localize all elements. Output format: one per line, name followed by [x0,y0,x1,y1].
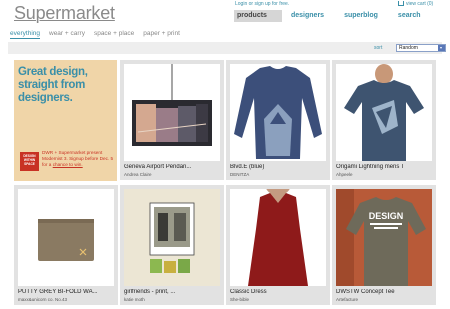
promo-banner[interactable]: Great design, straight from designers. D… [14,60,117,181]
product-image-pendant-lamp[interactable] [124,64,220,161]
product-image-origami-tee[interactable] [336,64,432,161]
promo-text: DWR + Supermarket present Modernist 3. S… [42,150,114,168]
product-title[interactable]: girlfriends - print, ... [124,289,222,295]
pendant-lamp-image [124,64,220,161]
longsleeve-shirt-image [230,64,326,161]
product-image-longsleeve[interactable] [230,64,326,161]
product-title[interactable]: PUTTY GREY BI-FOLD WA... [18,289,116,295]
sort-bar: sort Random [8,42,446,54]
promo-headline: Great design, straight from designers. [18,66,88,104]
product-designer[interactable]: katie moth [124,297,145,302]
nav-designers[interactable]: designers [288,10,327,22]
sort-selected-value: Random [399,45,418,51]
product-designer[interactable]: Artefacture [336,297,358,302]
sort-select[interactable]: Random [396,44,446,52]
site-logo[interactable]: Supermarket [14,3,115,24]
main-nav: products designers superblog search [234,10,438,22]
product-card[interactable]: Blvd.E (blue) DENITZA [226,60,330,180]
product-designer[interactable]: DENITZA [230,172,249,177]
tab-everything[interactable]: everything [10,30,40,39]
product-image-wallet[interactable] [18,189,114,286]
login-link[interactable]: Login or sign up for free. [235,1,289,7]
chevron-down-icon[interactable] [438,45,445,51]
product-title[interactable]: Classic Dress [230,289,328,295]
nav-superblog[interactable]: superblog [341,10,381,22]
product-designer[interactable]: She-bible [230,297,249,302]
product-title[interactable]: Geneva Airport Pendan... [124,164,222,170]
tee-print-text: DESIGN [369,211,404,221]
print-image [124,189,220,286]
view-cart-label: view cart (0) [406,1,434,7]
product-title[interactable]: DWSTW Concept Tee [336,289,434,295]
tab-wear-carry[interactable]: wear + carry [49,30,85,39]
product-image-print[interactable] [124,189,220,286]
product-card[interactable]: DESIGN DWSTW Concept Tee Artefacture [332,185,436,305]
product-image-concept-tee[interactable]: DESIGN [336,189,432,286]
product-card[interactable]: girlfriends - print, ... katie moth [120,185,224,305]
product-card[interactable]: Geneva Airport Pendan... Andrea Claire [120,60,224,180]
origami-tee-image [336,64,432,161]
product-designer[interactable]: Ahpeele [336,172,353,177]
concept-tee-image: DESIGN [336,189,432,286]
product-designer[interactable]: Andrea Claire [124,172,152,177]
nav-products[interactable]: products [234,10,282,22]
sort-label: sort [374,45,383,51]
wallet-image [18,189,114,286]
dwr-logo: DESIGN WITHIN SPACE [20,152,39,171]
product-card[interactable]: Origami Lightning mens T Ahpeele [332,60,436,180]
category-tabs: everything wear + carry space + place pa… [10,30,189,39]
promo-chance-link[interactable]: chance to win. [53,162,83,167]
tab-space-place[interactable]: space + place [94,30,134,39]
tab-paper-print[interactable]: paper + print [143,30,180,39]
product-card[interactable]: PUTTY GREY BI-FOLD WA... maxx&unicorn co… [14,185,118,305]
nav-search[interactable]: search [395,10,424,22]
product-title[interactable]: Origami Lightning mens T [336,164,434,170]
cart-icon [398,1,404,7]
view-cart-link[interactable]: view cart (0) [398,1,433,7]
product-title[interactable]: Blvd.E (blue) [230,164,328,170]
product-designer[interactable]: maxx&unicorn co. No.43 [18,297,67,302]
dress-image [230,189,326,286]
product-card[interactable]: Classic Dress She-bible [226,185,330,305]
product-image-dress[interactable] [230,189,326,286]
